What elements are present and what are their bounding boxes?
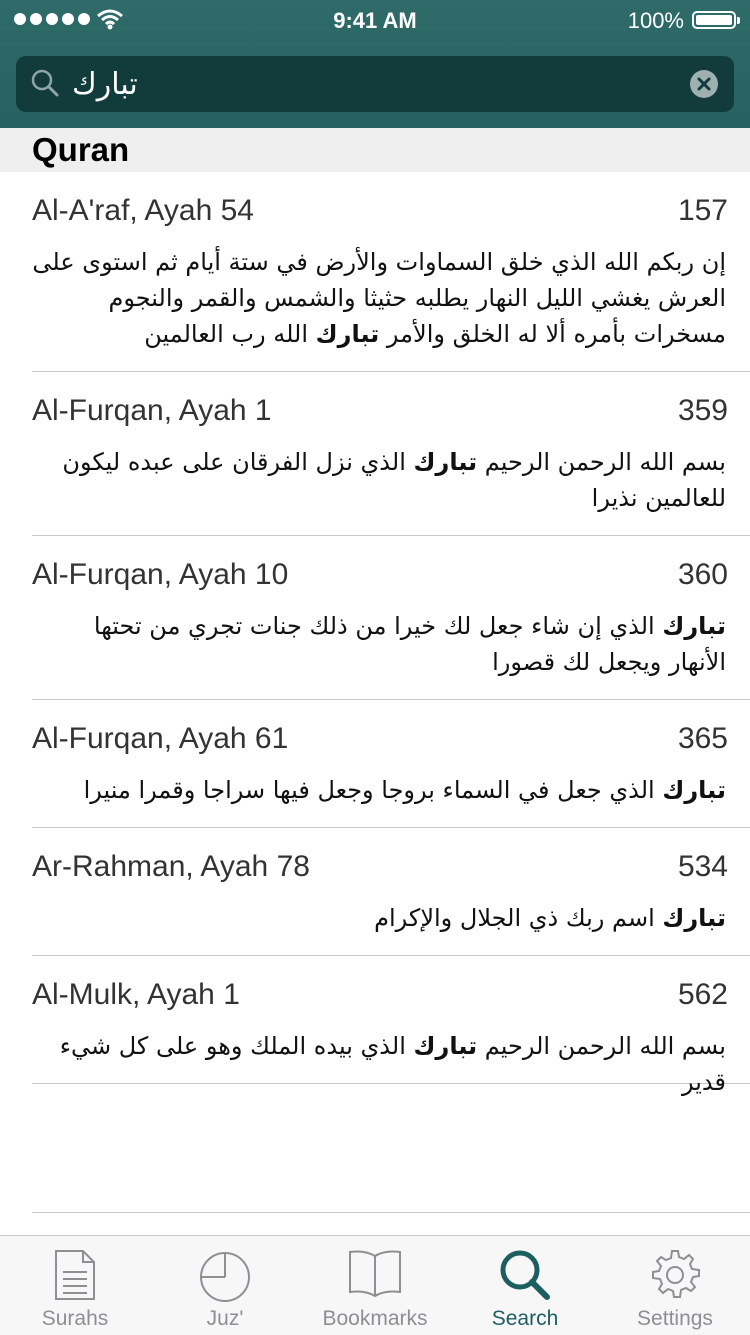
section-title: Quran: [32, 131, 130, 168]
header: 9:41 AM 100%: [0, 0, 750, 128]
text-segment: اسم ربك ذي الجلال والإكرام: [374, 904, 663, 932]
book-icon: [349, 1250, 401, 1298]
tab-juz[interactable]: Juz': [150, 1236, 300, 1335]
result-ayah-text: بسم الله الرحمن الرحيم تبارك الذي نزل ال…: [32, 444, 726, 516]
highlighted-match: تبارك: [413, 448, 478, 476]
result-reference: Al-Furqan, Ayah 61: [32, 722, 289, 755]
result-ayah-text: بسم الله الرحمن الرحيم تبارك الذي بيده ا…: [32, 1028, 726, 1100]
highlighted-match: تبارك: [662, 612, 726, 640]
result-page-number: 359: [677, 394, 728, 427]
text-segment: الذي جعل في السماء بروجا وجعل فيها سراجا…: [83, 776, 663, 804]
tab-label: Bookmarks: [322, 1307, 428, 1330]
result-page-number: 365: [677, 722, 728, 755]
result-page-number: 562: [677, 978, 728, 1011]
result-reference: Ar-Rahman, Ayah 78: [32, 850, 310, 883]
result-reference: Al-Mulk, Ayah 1: [32, 978, 240, 1011]
divider: [32, 1212, 750, 1213]
result-item[interactable]: Al-A'raf, Ayah 54 157 إن ربكم الله الذي …: [32, 172, 750, 372]
status-bar: 9:41 AM 100%: [0, 0, 750, 40]
result-page-number: 157: [677, 194, 728, 227]
result-ayah-text: تبارك الذي جعل في السماء بروجا وجعل فيها…: [32, 772, 726, 808]
pie-icon: [200, 1252, 250, 1302]
text-segment: الله رب العالمين: [144, 320, 316, 348]
search-icon: [31, 69, 59, 97]
battery-percent: 100%: [627, 8, 684, 33]
result-reference: Al-Furqan, Ayah 1: [32, 394, 272, 427]
search-icon: [500, 1250, 550, 1300]
text-segment: الذي إن شاء جعل لك خيرا من ذلك جنات تجري…: [93, 612, 726, 676]
results-list: Al-A'raf, Ayah 54 157 إن ربكم الله الذي …: [0, 172, 750, 1096]
result-item[interactable]: Al-Furqan, Ayah 10 360 تبارك الذي إن شاء…: [32, 536, 750, 700]
text-segment: بسم الله الرحمن الرحيم: [477, 448, 726, 476]
result-ayah-text: تبارك اسم ربك ذي الجلال والإكرام: [32, 900, 726, 936]
text-segment: بسم الله الرحمن الرحيم: [477, 1032, 726, 1060]
tab-label: Search: [491, 1307, 559, 1330]
result-ayah-text: تبارك الذي إن شاء جعل لك خيرا من ذلك جنا…: [32, 608, 726, 680]
highlighted-match: تبارك: [662, 776, 726, 804]
tab-label: Settings: [637, 1307, 713, 1330]
tab-settings[interactable]: Settings: [600, 1236, 750, 1335]
search-input[interactable]: [72, 56, 672, 112]
clear-icon[interactable]: [690, 70, 718, 98]
result-item[interactable]: Ar-Rahman, Ayah 78 534 تبارك اسم ربك ذي …: [32, 828, 750, 956]
search-bar[interactable]: [16, 56, 734, 112]
tab-bar: Surahs Juz' Bookmarks Search Settings: [0, 1235, 750, 1335]
highlighted-match: تبارك: [315, 320, 380, 348]
result-reference: Al-Furqan, Ayah 10: [32, 558, 289, 591]
text-segment: إن ربكم الله الذي خلق السماوات والأرض في…: [32, 248, 726, 348]
result-item[interactable]: Al-Mulk, Ayah 1 562 بسم الله الرحمن الرح…: [32, 956, 750, 1096]
result-page-number: 534: [677, 850, 728, 883]
document-icon: [55, 1250, 95, 1300]
section-header: Quran: [0, 128, 750, 172]
gear-icon: [652, 1250, 700, 1298]
highlighted-match: تبارك: [662, 904, 726, 932]
result-ayah-text: إن ربكم الله الذي خلق السماوات والأرض في…: [32, 244, 726, 352]
result-item[interactable]: Al-Furqan, Ayah 1 359 بسم الله الرحمن ال…: [32, 372, 750, 536]
result-reference: Al-A'raf, Ayah 54: [32, 194, 254, 227]
result-page-number: 360: [677, 558, 728, 591]
tab-surahs[interactable]: Surahs: [0, 1236, 150, 1335]
battery-icon: [692, 11, 740, 29]
highlighted-match: تبارك: [413, 1032, 478, 1060]
tab-bookmarks[interactable]: Bookmarks: [300, 1236, 450, 1335]
tab-label: Surahs: [41, 1307, 109, 1330]
tab-search[interactable]: Search: [450, 1236, 600, 1335]
result-item[interactable]: Al-Furqan, Ayah 61 365 تبارك الذي جعل في…: [32, 700, 750, 828]
tab-label: Juz': [206, 1307, 244, 1330]
